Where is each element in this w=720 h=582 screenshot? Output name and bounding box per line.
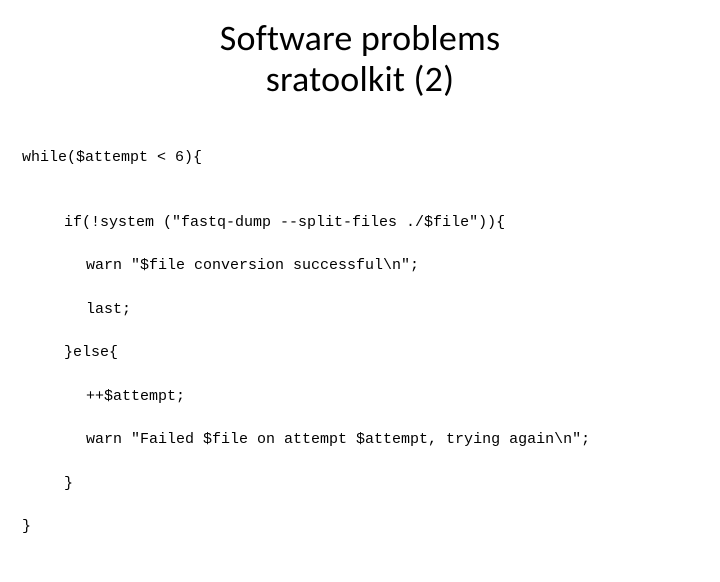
code-line: warn "$file conversion successful\n";	[22, 255, 720, 277]
title-line-2: sratoolkit (2)	[266, 57, 454, 101]
title-line-1: Software problems	[220, 16, 500, 60]
slide: Software problems sratoolkit (2) while($…	[0, 0, 720, 540]
code-line: }else{	[22, 342, 720, 364]
code-line: }	[22, 516, 720, 538]
code-line: while($attempt < 6){	[22, 147, 720, 169]
code-line: }	[22, 473, 720, 495]
code-line: last;	[22, 299, 720, 321]
code-line: if(!system ("fastq-dump --split-files ./…	[22, 212, 720, 234]
slide-title: Software problems sratoolkit (2)	[0, 18, 720, 101]
code-block: while($attempt < 6){ if(!system ("fastq-…	[0, 125, 720, 582]
code-line: ++$attempt;	[22, 386, 720, 408]
code-line: warn "Failed $file on attempt $attempt, …	[22, 429, 720, 451]
